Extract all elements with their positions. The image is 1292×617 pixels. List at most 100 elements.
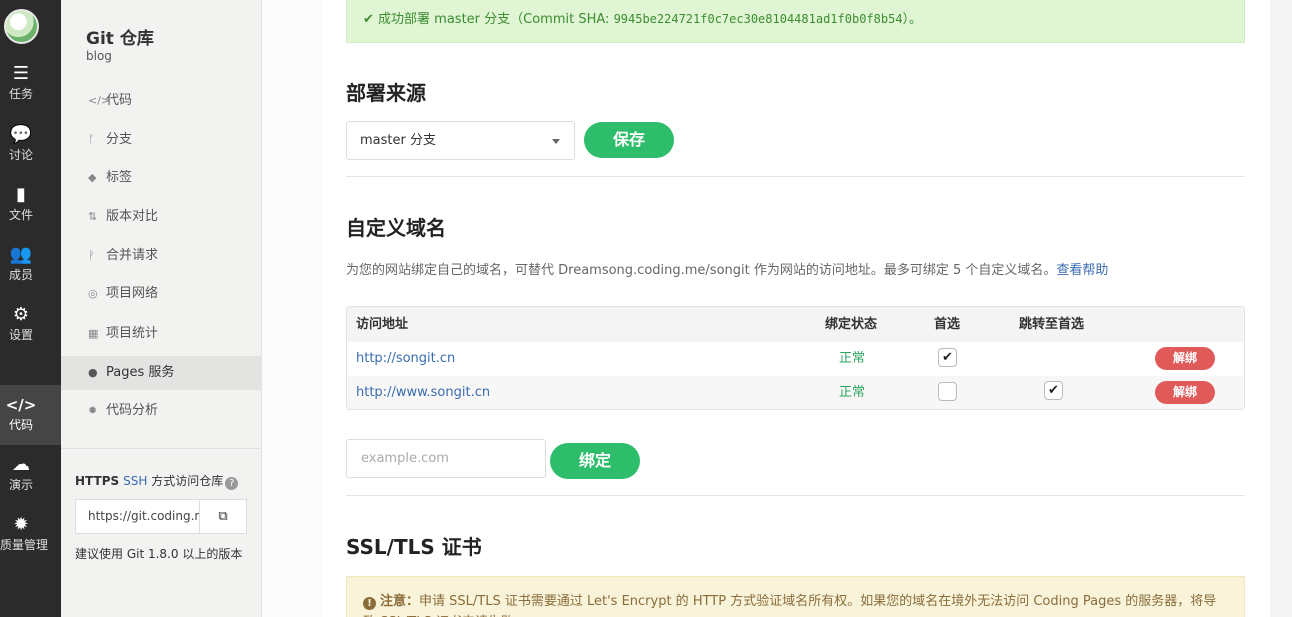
column-header-status: 绑定状态: [825, 317, 878, 332]
bind-button[interactable]: 绑定: [550, 443, 640, 479]
app-rail: ☰ 任务 💬 讨论 ▮ 文件 👥 成员 ⚙ 设置 </> 代码 ☁ 演示 ✹ 质…: [0, 0, 61, 617]
sidebar-item-label: 代码: [106, 93, 133, 108]
sidebar-item-merge-requests[interactable]: ᚹ 合并请求: [61, 239, 261, 273]
commit-sha: 9945be224721f0c7ec30e8104481ad1f0b0f8b54: [613, 12, 903, 26]
sidebar-item-branches[interactable]: ᚴ 分支: [61, 123, 261, 157]
git-version-note: 建议使用 Git 1.8.0 以上的版本: [75, 547, 243, 561]
sidebar-item-compare[interactable]: ⇅ 版本对比: [61, 200, 261, 234]
rail-item-label: 设置: [8, 328, 33, 342]
save-button[interactable]: 保存: [584, 122, 674, 158]
table-header: 访问地址 绑定状态 首选 跳转至首选: [347, 307, 1244, 342]
settings-icon: ⚙: [12, 304, 30, 325]
custom-domain-heading: 自定义域名: [346, 216, 446, 240]
help-link[interactable]: 查看帮助: [1056, 263, 1108, 278]
preferred-checkbox[interactable]: ✔: [938, 348, 957, 367]
rail-item-label: 代码: [8, 418, 33, 432]
code-icon: </>: [5, 396, 37, 414]
rail-item-quality[interactable]: ✹ 质量管理: [0, 514, 61, 574]
members-icon: 👥: [9, 244, 33, 265]
column-header-redirect: 跳转至首选: [1019, 317, 1085, 332]
clone-url-field[interactable]: https://git.coding.net/: [76, 500, 200, 533]
clone-suffix: 方式访问仓库: [151, 474, 224, 488]
sidebar-item-label: 标签: [106, 170, 133, 185]
redirect-checkbox[interactable]: ✔: [1044, 381, 1063, 400]
sidebar-item-label: 合并请求: [106, 248, 159, 263]
ssl-heading: SSL/TLS 证书: [346, 535, 482, 559]
avatar[interactable]: [4, 9, 39, 44]
domain-url[interactable]: http://www.songit.cn: [356, 376, 490, 409]
discussion-icon: 💬: [9, 124, 33, 145]
branch-select[interactable]: master 分支: [346, 121, 575, 160]
sidebar-item-label: Pages 服务: [106, 365, 175, 380]
unbind-button[interactable]: 解绑: [1155, 347, 1215, 370]
sidebar-item-code-analysis[interactable]: ✹ 代码分析: [61, 394, 261, 428]
ssh-toggle[interactable]: SSH: [123, 474, 147, 488]
sidebar-item-label: 项目网络: [106, 286, 159, 301]
rail-item-tasks[interactable]: ☰ 任务: [0, 63, 61, 123]
repo-sidebar: Git 仓库 blog </>代码 ᚴ 分支 ◆ 标签 ⇅ 版本对比 ᚹ 合并请求 ◎ 项…: [61, 0, 262, 617]
section-divider: [346, 176, 1245, 177]
rail-item-files[interactable]: ▮ 文件: [0, 184, 61, 244]
custom-domain-desc-text: 为您的网站绑定自己的域名，可替代 Dreamsong.coding.me/son…: [346, 263, 1057, 278]
code-icon: </>: [88, 94, 111, 107]
sidebar-item-network[interactable]: ◎ 项目网络: [61, 277, 261, 311]
deploy-source-heading: 部署来源: [346, 81, 426, 105]
sidebar-item-pages[interactable]: ● Pages 服务: [61, 356, 261, 390]
branch-select-value: master 分支: [360, 133, 436, 148]
unbind-button[interactable]: 解绑: [1155, 381, 1215, 404]
table-row: http://songit.cn 正常 ✔ 解绑: [347, 342, 1244, 376]
notice-label: 注意：: [380, 594, 420, 609]
sidebar-item-label: 代码分析: [106, 403, 159, 418]
rail-item-discussion[interactable]: 💬 讨论: [0, 124, 61, 184]
table-row: http://www.songit.cn 正常 ✔ 解绑: [347, 376, 1244, 409]
rail-item-label: 质量管理: [0, 538, 49, 552]
clone-url-box: https://git.coding.net/ ⧉: [75, 499, 247, 534]
merge-request-icon: ᚹ: [88, 249, 95, 262]
custom-domain-desc: 为您的网站绑定自己的域名，可替代 Dreamsong.coding.me/son…: [346, 259, 1108, 278]
clone-title: HTTPS SSH 方式访问仓库?: [75, 472, 239, 490]
check-icon: ✔: [363, 12, 374, 27]
section-divider: [346, 495, 1245, 496]
https-toggle[interactable]: HTTPS: [75, 474, 119, 488]
rail-item-settings[interactable]: ⚙ 设置: [0, 304, 61, 364]
rail-item-code[interactable]: </> 代码: [0, 385, 61, 445]
warning-icon: !: [363, 597, 376, 610]
sidebar-item-tags[interactable]: ◆ 标签: [61, 161, 261, 195]
rail-item-label: 演示: [8, 478, 33, 492]
status-badge: 正常: [839, 385, 866, 400]
domain-table: 访问地址 绑定状态 首选 跳转至首选 http://songit.cn 正常 ✔…: [346, 306, 1245, 410]
compare-icon: ⇅: [88, 210, 98, 223]
success-banner: ✔ 成功部署 master 分支（Commit SHA: 9945be22472…: [346, 0, 1245, 43]
rail-item-label: 任务: [8, 87, 33, 101]
sidebar-item-code[interactable]: </>代码: [61, 84, 261, 118]
success-suffix: ）。: [902, 12, 923, 27]
sidebar-item-label: 分支: [106, 132, 133, 147]
chevron-down-icon: [552, 139, 560, 144]
sidebar-item-label: 版本对比: [106, 209, 159, 224]
stats-icon: ▦: [88, 327, 99, 340]
help-icon[interactable]: ?: [225, 477, 239, 490]
notice-text: 申请 SSL/TLS 证书需要通过 Let's Encrypt 的 HTTP 方…: [363, 594, 1217, 617]
rail-item-label: 文件: [8, 208, 33, 222]
domain-input[interactable]: [346, 439, 546, 478]
rail-item-demo[interactable]: ☁ 演示: [0, 454, 61, 514]
cloud-icon: ☁: [12, 454, 30, 475]
tasks-icon: ☰: [12, 63, 30, 84]
main-content: ✔ 成功部署 master 分支（Commit SHA: 9945be22472…: [321, 0, 1270, 617]
preferred-checkbox[interactable]: [938, 382, 957, 401]
copy-icon[interactable]: ⧉: [200, 500, 246, 533]
repo-title: Git 仓库: [86, 29, 154, 49]
analysis-icon: ✹: [88, 404, 98, 417]
ssl-notice: ! 注意：申请 SSL/TLS 证书需要通过 Let's Encrypt 的 HT…: [346, 576, 1245, 617]
domain-url[interactable]: http://songit.cn: [356, 342, 455, 376]
rail-item-members[interactable]: 👥 成员: [0, 244, 61, 304]
sidebar-divider: [61, 448, 261, 449]
sidebar-item-stats[interactable]: ▦ 项目统计: [61, 317, 261, 351]
column-header-preferred: 首选: [934, 317, 961, 332]
status-badge: 正常: [839, 351, 866, 366]
file-icon: ▮: [16, 184, 26, 205]
globe-icon: ●: [88, 366, 98, 379]
rail-item-label: 讨论: [8, 148, 33, 162]
page-gutter: [1270, 0, 1292, 617]
sidebar-item-label: 项目统计: [106, 326, 159, 341]
